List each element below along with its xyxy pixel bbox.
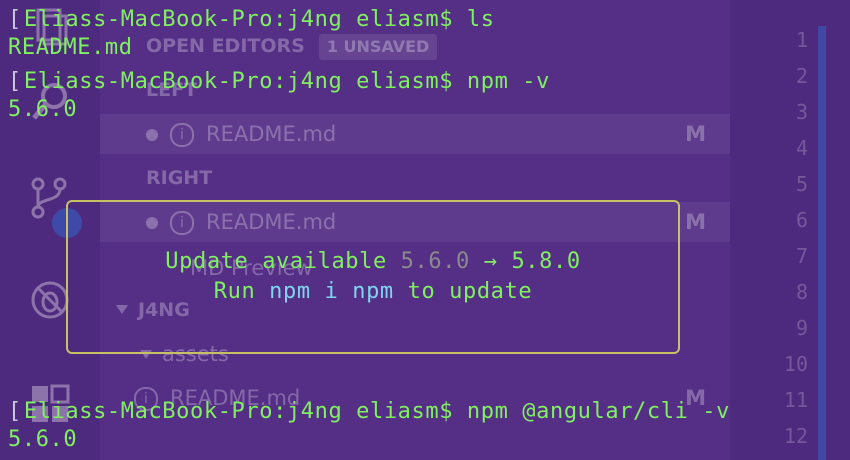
- update-prefix: Update available: [165, 249, 401, 274]
- terminal-output: README.md: [8, 35, 133, 60]
- update-command: npm i npm: [269, 279, 394, 304]
- prompt: Eliass-MacBook-Pro:j4ng eliasm$: [23, 7, 467, 32]
- prompt: Eliass-MacBook-Pro:j4ng eliasm$: [23, 69, 467, 94]
- terminal[interactable]: [Eliass-MacBook-Pro:j4ng eliasm$ ls READ…: [0, 0, 850, 460]
- update-suffix: to update: [393, 279, 533, 304]
- update-available-line: Update available 5.6.0 → 5.8.0: [68, 248, 678, 276]
- command: ls: [466, 7, 495, 32]
- update-instruction-line: Run npm i npm to update: [68, 278, 678, 306]
- terminal-command-line: [Eliass-MacBook-Pro:j4ng eliasm$ npm @an…: [8, 399, 730, 424]
- terminal-output: 5.6.0: [8, 97, 78, 122]
- terminal-command-line: [Eliass-MacBook-Pro:j4ng eliasm$ ls: [8, 7, 495, 32]
- new-version: 5.8.0: [511, 249, 581, 274]
- terminal-output: 5.6.0: [8, 427, 78, 452]
- update-notice-box: Update available 5.6.0 → 5.8.0 Run npm i…: [66, 200, 680, 354]
- terminal-command-line: [Eliass-MacBook-Pro:j4ng eliasm$ npm -v: [8, 69, 550, 94]
- current-version: 5.6.0: [400, 249, 470, 274]
- command: npm @angular/cli -v: [466, 399, 730, 424]
- command: npm -v: [466, 69, 550, 94]
- run-label: Run: [213, 279, 270, 304]
- arrow: →: [469, 249, 512, 274]
- prompt: Eliass-MacBook-Pro:j4ng eliasm$: [23, 399, 467, 424]
